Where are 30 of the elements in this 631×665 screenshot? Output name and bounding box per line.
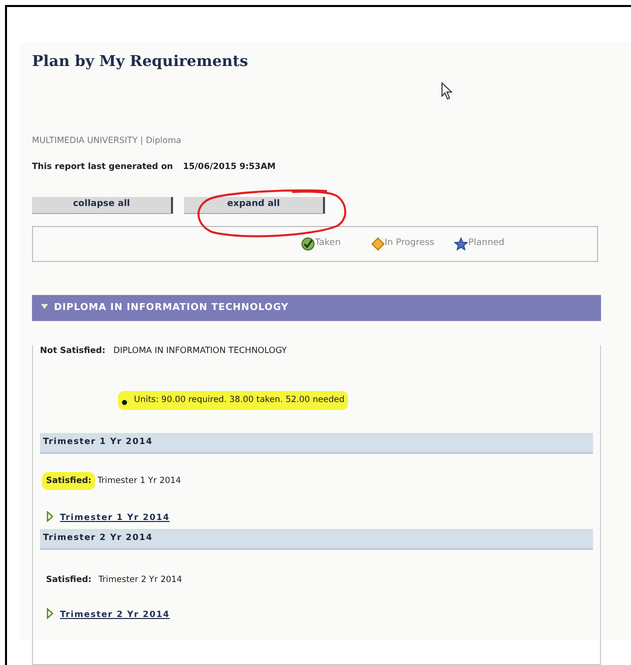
- report-date: 15/06/2015 9:53AM: [182, 161, 276, 174]
- triangle-icon: [46, 608, 54, 619]
- institution-text: MULTIMEDIA UNIVERSITY | Diploma: [32, 134, 182, 148]
- requirement-header[interactable]: DIPLOMA IN INFORMATION TECHNOLOGY: [32, 295, 601, 321]
- triangle-icon: [40, 302, 49, 310]
- units-text: Units: 90.00 required. 38.00 taken. 52.00 needed: [134, 394, 344, 406]
- legend-label: In Progress: [384, 237, 434, 250]
- collapse-all-button[interactable]: collapse all: [32, 197, 173, 214]
- term-header: Trimester 1 Yr 2014: [40, 432, 593, 454]
- status-text: Trimester 2 Yr 2014: [98, 574, 182, 587]
- term-link[interactable]: Trimester 1 Yr 2014: [46, 512, 170, 525]
- legend-label: Planned: [468, 237, 504, 250]
- status-text: Trimester 1 Yr 2014: [97, 474, 182, 488]
- page-title: Plan by My Requirements: [32, 51, 250, 72]
- legend-label: Taken: [315, 237, 341, 250]
- cursor-icon: [441, 82, 453, 100]
- status-label: Not Satisfied:: [40, 345, 106, 358]
- status-label: Satisfied:: [46, 574, 92, 587]
- expand-all-button[interactable]: expand all: [184, 197, 325, 214]
- diamond-icon: [370, 237, 385, 251]
- term-link[interactable]: Trimester 2 Yr 2014: [46, 608, 170, 622]
- triangle-icon: [46, 511, 54, 522]
- check-circle-icon: [301, 237, 315, 251]
- requirement-title: DIPLOMA IN INFORMATION TECHNOLOGY: [54, 300, 289, 315]
- bullet-icon: [122, 400, 127, 405]
- report-label: This report last generated on: [32, 161, 173, 174]
- star-icon: [454, 237, 468, 251]
- status-text: DIPLOMA IN INFORMATION TECHNOLOGY: [113, 345, 287, 358]
- status-label: Satisfied:: [42, 472, 96, 490]
- term-header: Trimester 2 Yr 2014: [40, 529, 593, 550]
